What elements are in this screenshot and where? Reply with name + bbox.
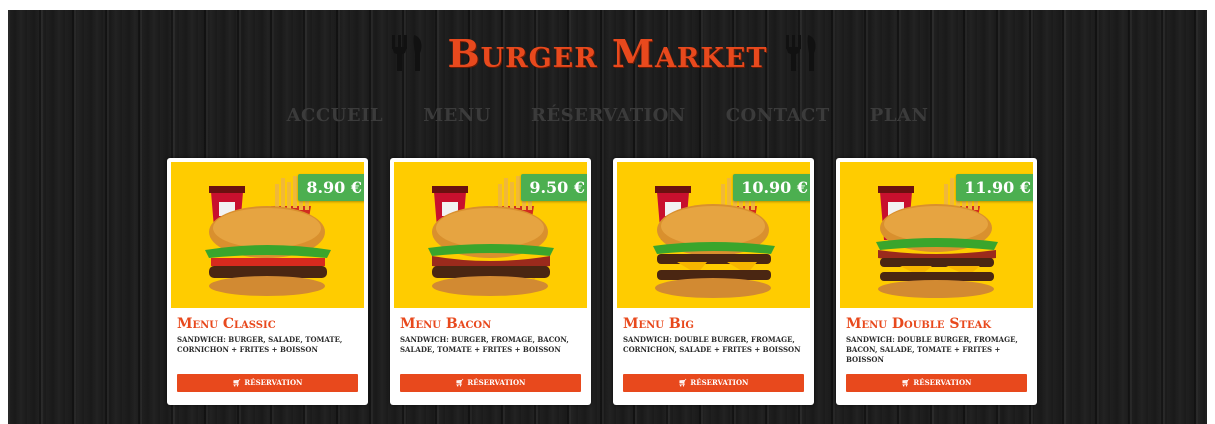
- site-header: Burger Market: [8, 28, 1207, 78]
- fork-knife-icon: [390, 33, 432, 73]
- menu-title: Menu Double Steak: [846, 316, 992, 332]
- menu-cards: 8.90 € Menu Classic Sandwich: Burger, Sa…: [167, 158, 1037, 405]
- fork-knife-icon: [784, 33, 826, 73]
- menu-title: Menu Big: [623, 316, 694, 332]
- price-badge: 11.90 €: [956, 174, 1033, 201]
- page-background: Burger Market Accueil Menu Réservation C…: [8, 10, 1207, 424]
- nav-item-contact[interactable]: Contact: [726, 105, 830, 126]
- menu-card: 9.50 € Menu Bacon Sandwich: Burger, From…: [390, 158, 591, 405]
- price-badge: 8.90 €: [298, 174, 364, 201]
- cart-icon: 🛒︎: [901, 378, 911, 387]
- menu-double-steak-photo: 11.90 €: [840, 162, 1033, 308]
- reservation-button[interactable]: 🛒︎ Réservation: [623, 374, 804, 392]
- nav-item-accueil[interactable]: Accueil: [287, 105, 384, 126]
- main-nav: Accueil Menu Réservation Contact Plan: [8, 105, 1207, 126]
- menu-bacon-photo: 9.50 €: [394, 162, 587, 308]
- menu-big-photo: 10.90 €: [617, 162, 810, 308]
- reservation-button[interactable]: 🛒︎ Réservation: [400, 374, 581, 392]
- menu-description: Sandwich: Burger, Salade, Tomate, Cornic…: [177, 335, 343, 354]
- nav-item-menu[interactable]: Menu: [423, 105, 491, 126]
- nav-item-reservation[interactable]: Réservation: [531, 105, 686, 126]
- menu-classic-photo: 8.90 €: [171, 162, 364, 308]
- menu-card: 10.90 € Menu Big Sandwich: Double Burger…: [613, 158, 814, 405]
- menu-description: Sandwich: Burger, Fromage, Bacon, Salade…: [400, 335, 569, 354]
- menu-title: Menu Classic: [177, 316, 276, 332]
- cart-icon: 🛒︎: [678, 378, 688, 387]
- menu-card: 8.90 € Menu Classic Sandwich: Burger, Sa…: [167, 158, 368, 405]
- menu-description: Sandwich: Double Burger, Fromage, Bacon,…: [846, 335, 1018, 364]
- cart-icon: 🛒︎: [232, 378, 242, 387]
- reservation-button[interactable]: 🛒︎ Réservation: [846, 374, 1027, 392]
- cart-icon: 🛒︎: [455, 378, 465, 387]
- menu-description: Sandwich: Double Burger, Fromage, Cornic…: [623, 335, 801, 354]
- reservation-button-label: Réservation: [467, 378, 526, 387]
- price-badge: 9.50 €: [521, 174, 587, 201]
- menu-title: Menu Bacon: [400, 316, 492, 332]
- nav-item-plan[interactable]: Plan: [870, 105, 929, 126]
- site-title: Burger Market: [447, 30, 768, 76]
- reservation-button-label: Réservation: [913, 378, 972, 387]
- reservation-button-label: Réservation: [244, 378, 303, 387]
- reservation-button-label: Réservation: [690, 378, 749, 387]
- reservation-button[interactable]: 🛒︎ Réservation: [177, 374, 358, 392]
- price-badge: 10.90 €: [733, 174, 810, 201]
- menu-card: 11.90 € Menu Double Steak Sandwich: Doub…: [836, 158, 1037, 405]
